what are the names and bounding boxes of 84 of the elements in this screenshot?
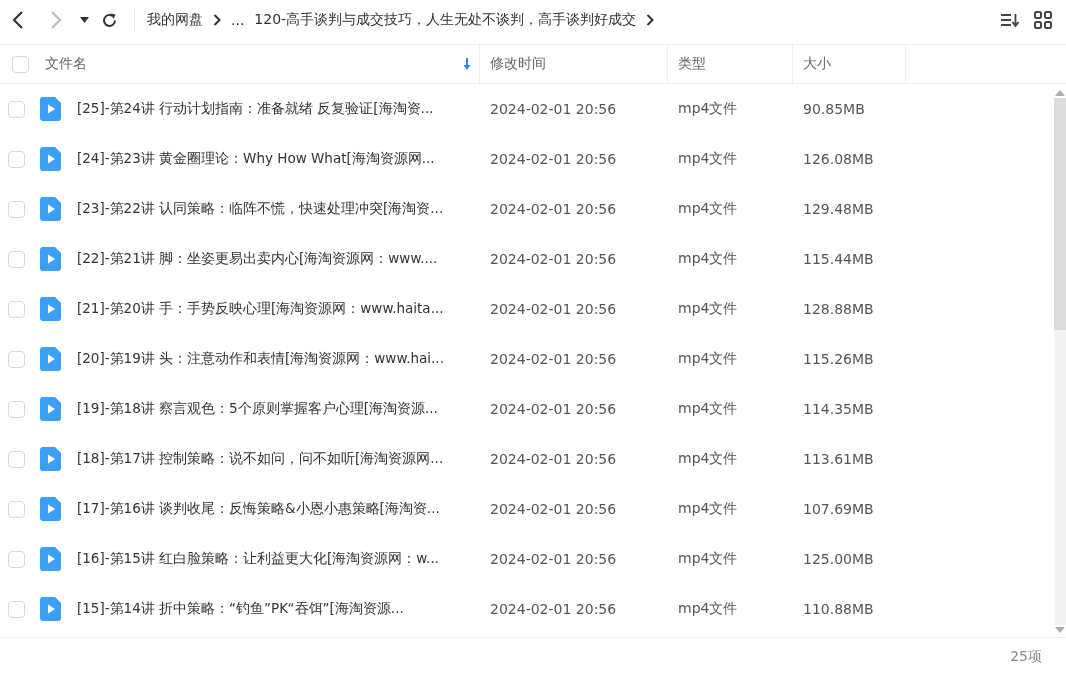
file-name[interactable]: [20]-第19讲 头：注意动作和表情[海淘资源网：www.hai... [77,350,444,368]
file-size: 115.44MB [803,251,874,267]
file-size: 128.88MB [803,301,874,317]
file-name[interactable]: [19]-第18讲 察言观色：5个原则掌握客户心理[海淘资源... [77,400,438,418]
modified-time: 2024-02-01 20:56 [490,501,617,517]
column-header[interactable]: 大小 [803,55,831,73]
column-header[interactable]: 文件名 [45,55,463,73]
video-file-icon [40,97,61,121]
video-file-icon [40,597,61,621]
row-checkbox[interactable] [8,500,25,518]
modified-time: 2024-02-01 20:56 [490,201,617,217]
video-file-icon [40,347,61,371]
file-type: mp4文件 [678,200,738,218]
breadcrumb-ellipsis[interactable]: ... [231,12,245,28]
breadcrumb-current[interactable]: 120-高手谈判与成交技巧，人生无处不谈判，高手谈判好成交 [254,11,637,29]
file-size: 90.85MB [803,101,865,117]
file-type: mp4文件 [678,300,738,318]
modified-time: 2024-02-01 20:56 [490,551,617,567]
video-file-icon [40,147,61,171]
video-file-icon [40,247,61,271]
column-header[interactable]: 类型 [678,55,706,73]
grid-view-icon[interactable] [1034,11,1052,29]
file-size: 129.48MB [803,201,874,217]
row-checkbox[interactable] [8,450,25,468]
sort-list-icon[interactable] [1000,12,1020,28]
file-type: mp4文件 [678,550,738,568]
file-name[interactable]: [17]-第16讲 谈判收尾：反悔策略&小恩小惠策略[海淘资... [77,500,440,518]
row-checkbox[interactable] [8,600,25,618]
scroll-up-icon[interactable] [1055,90,1065,96]
row-checkbox[interactable] [8,300,25,318]
file-name[interactable]: [16]-第15讲 红白脸策略：让利益更大化[海淘资源网：w... [77,550,439,568]
file-name[interactable]: [22]-第21讲 脚：坐姿更易出卖内心[海淘资源网：www.... [77,250,438,268]
file-type: mp4文件 [678,250,738,268]
file-type: mp4文件 [678,350,738,368]
file-type: mp4文件 [678,400,738,418]
modified-time: 2024-02-01 20:56 [490,101,617,117]
select-all-checkbox[interactable] [12,55,29,73]
scroll-down-icon[interactable] [1055,627,1065,633]
file-name[interactable]: [25]-第24讲 行动计划指南：准备就绪 反复验证[海淘资... [77,100,434,118]
column-header[interactable]: 修改时间 [490,55,546,73]
row-checkbox[interactable] [8,250,25,268]
video-file-icon [40,547,61,571]
row-checkbox[interactable] [8,150,25,168]
video-file-icon [40,197,61,221]
file-size: 114.35MB [803,401,874,417]
breadcrumb-root[interactable]: 我的网盘 [147,11,203,29]
row-checkbox[interactable] [8,100,25,118]
file-type: mp4文件 [678,600,738,618]
row-checkbox[interactable] [8,550,25,568]
file-size: 126.08MB [803,151,874,167]
file-type: mp4文件 [678,500,738,518]
modified-time: 2024-02-01 20:56 [490,351,617,367]
file-size: 110.88MB [803,601,874,617]
file-size: 125.00MB [803,551,874,567]
file-name[interactable]: [23]-第22讲 认同策略：临阵不慌，快速处理冲突[海淘资... [77,200,444,218]
file-type: mp4文件 [678,450,738,468]
modified-time: 2024-02-01 20:56 [490,251,617,267]
modified-time: 2024-02-01 20:56 [490,301,617,317]
modified-time: 2024-02-01 20:56 [490,451,617,467]
video-file-icon [40,397,61,421]
video-file-icon [40,297,61,321]
video-file-icon [40,447,61,471]
item-count: 25项 [1010,648,1042,666]
row-checkbox[interactable] [8,350,25,368]
video-file-icon [40,497,61,521]
file-type: mp4文件 [678,100,738,118]
file-name[interactable]: [24]-第23讲 黄金圈理论：Why How What[海淘资源网... [77,150,435,168]
file-size: 113.61MB [803,451,874,467]
row-checkbox[interactable] [8,200,25,218]
chevron-right-icon [646,14,655,26]
file-name[interactable]: [21]-第20讲 手：手势反映心理[海淘资源网：www.haita... [77,300,444,318]
modified-time: 2024-02-01 20:56 [490,601,617,617]
file-name[interactable]: [15]-第14讲 折中策略：“钓鱼”PK“吞饵”[海淘资源... [77,600,404,618]
row-checkbox[interactable] [8,400,25,418]
scrollbar-thumb[interactable] [1054,98,1066,330]
file-size: 115.26MB [803,351,874,367]
modified-time: 2024-02-01 20:56 [490,401,617,417]
dropdown-caret-icon[interactable] [80,17,89,23]
chevron-right-icon [213,14,221,26]
file-type: mp4文件 [678,150,738,168]
file-name[interactable]: [18]-第17讲 控制策略：说不如问，问不如听[海淘资源网... [77,450,444,468]
file-size: 107.69MB [803,501,874,517]
refresh-icon[interactable] [101,11,118,29]
modified-time: 2024-02-01 20:56 [490,151,617,167]
